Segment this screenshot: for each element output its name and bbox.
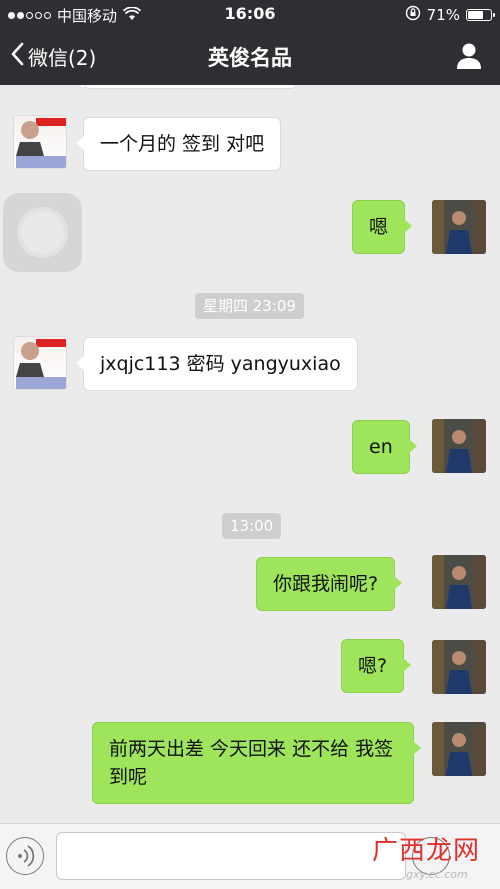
my-avatar[interactable] (432, 419, 486, 473)
outgoing-message: 嗯? (341, 639, 412, 693)
time-separator: 13:00 (222, 513, 282, 539)
message-bubble-partial (76, 85, 297, 89)
my-avatar[interactable] (432, 200, 486, 254)
emoji-button[interactable] (412, 837, 450, 875)
lock-rotation-icon (405, 5, 421, 25)
voice-button[interactable] (6, 837, 44, 875)
battery-icon (466, 9, 495, 21)
outgoing-message: en (352, 420, 417, 474)
battery-fill (468, 11, 483, 19)
my-avatar[interactable] (432, 555, 486, 609)
voice-icon (7, 845, 43, 878)
outgoing-message: 嗯 (352, 200, 413, 254)
my-avatar[interactable] (432, 640, 486, 694)
chat-title: 英俊名品 (208, 46, 292, 70)
contact-avatar[interactable] (13, 336, 67, 390)
input-bar (0, 823, 500, 889)
contact-profile-button[interactable] (456, 42, 482, 74)
assistive-touch-icon (17, 207, 68, 258)
message-input[interactable] (56, 832, 406, 880)
outgoing-message: 你跟我闹呢? (256, 557, 403, 611)
incoming-message: 一个月的 签到 对吧 (75, 117, 282, 171)
nav-bar: 微信(2) 英俊名品 (0, 28, 500, 85)
contact-avatar[interactable] (13, 115, 67, 169)
assistive-touch-button[interactable] (3, 193, 82, 272)
outgoing-message: 前两天出差 今天回来 还不给 我签到呢 (92, 722, 421, 804)
time-separator: 星期四 23:09 (195, 293, 304, 319)
incoming-message: jxqjc113 密码 yangyuxiao (76, 337, 358, 391)
my-avatar[interactable] (432, 722, 486, 776)
battery-percent: 71% (426, 6, 460, 24)
status-right: 71% (405, 5, 495, 25)
status-bar: 中国移动 16:06 71% (0, 0, 500, 28)
contact-profile-icon (456, 43, 482, 74)
